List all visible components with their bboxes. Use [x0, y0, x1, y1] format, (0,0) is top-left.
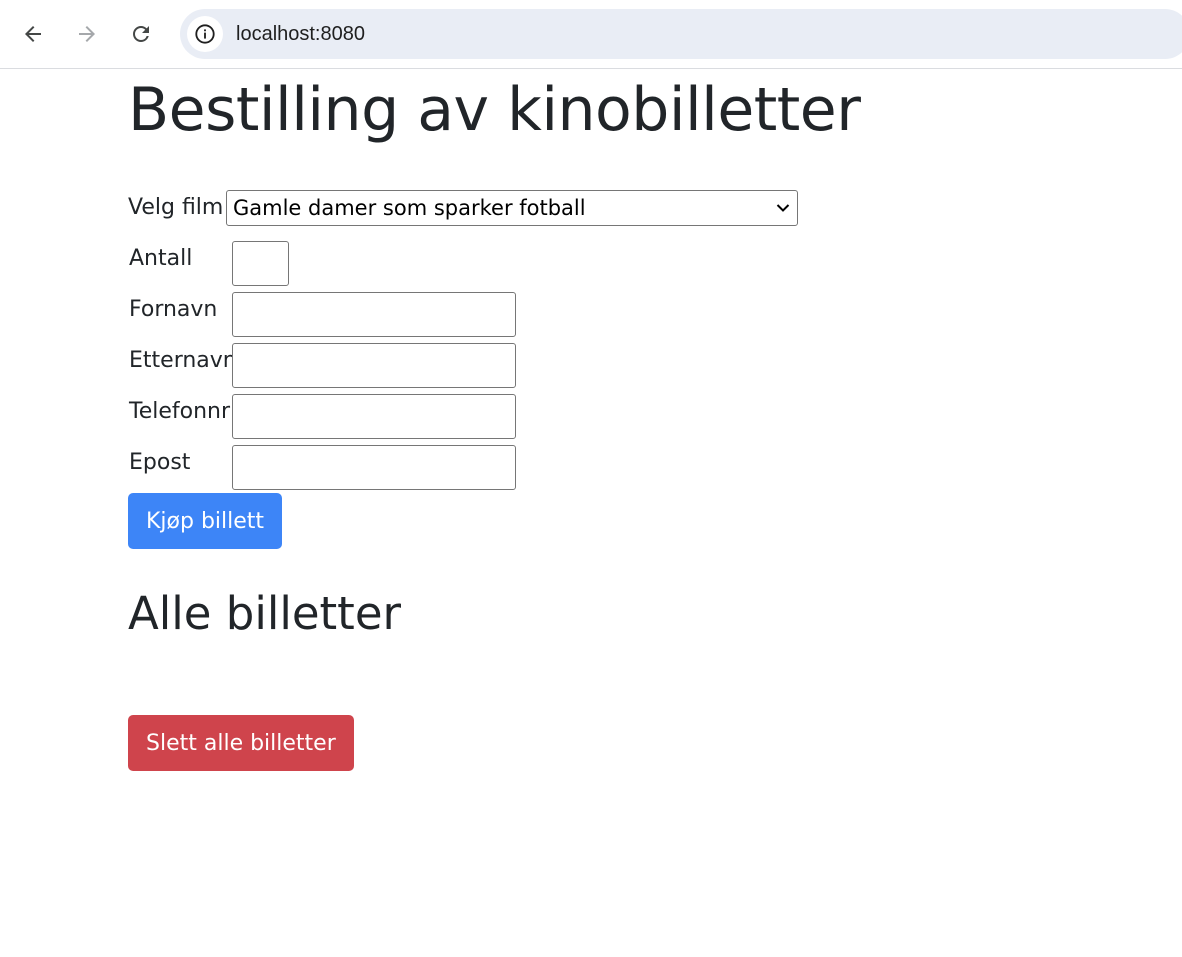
film-label: Velg film: [128, 195, 224, 220]
fornavn-label: Fornavn: [129, 297, 218, 322]
ticket-list: [128, 651, 728, 701]
antall-label: Antall: [129, 246, 193, 271]
reload-button[interactable]: [121, 14, 161, 54]
etternavn-input[interactable]: [232, 343, 516, 388]
reload-icon: [133, 26, 149, 42]
back-arrow-icon: [25, 26, 41, 42]
site-info-button[interactable]: [187, 16, 223, 52]
fornavn-input[interactable]: [232, 292, 516, 337]
film-select[interactable]: Gamle damer som sparker fotball: [226, 190, 798, 226]
forward-arrow-icon: [79, 26, 95, 42]
epost-input[interactable]: [232, 445, 516, 490]
telefonnr-label: Telefonnr: [129, 399, 231, 424]
antall-input[interactable]: [232, 241, 289, 286]
back-button[interactable]: [13, 14, 53, 54]
telefonnr-input[interactable]: [232, 394, 516, 439]
url-text: localhost:8080: [236, 22, 365, 45]
page-title: Bestilling av kinobilletter: [128, 75, 861, 145]
browser-toolbar: localhost:8080: [0, 0, 1182, 69]
info-icon: [195, 24, 215, 44]
delete-all-tickets-button[interactable]: Slett alle billetter: [128, 715, 354, 771]
etternavn-label: Etternavn: [129, 348, 237, 373]
epost-label: Epost: [129, 450, 191, 475]
address-bar[interactable]: localhost:8080: [180, 9, 1182, 59]
forward-button[interactable]: [67, 14, 107, 54]
buy-ticket-button[interactable]: Kjøp billett: [128, 493, 283, 549]
tickets-heading: Alle billetter: [128, 587, 402, 640]
